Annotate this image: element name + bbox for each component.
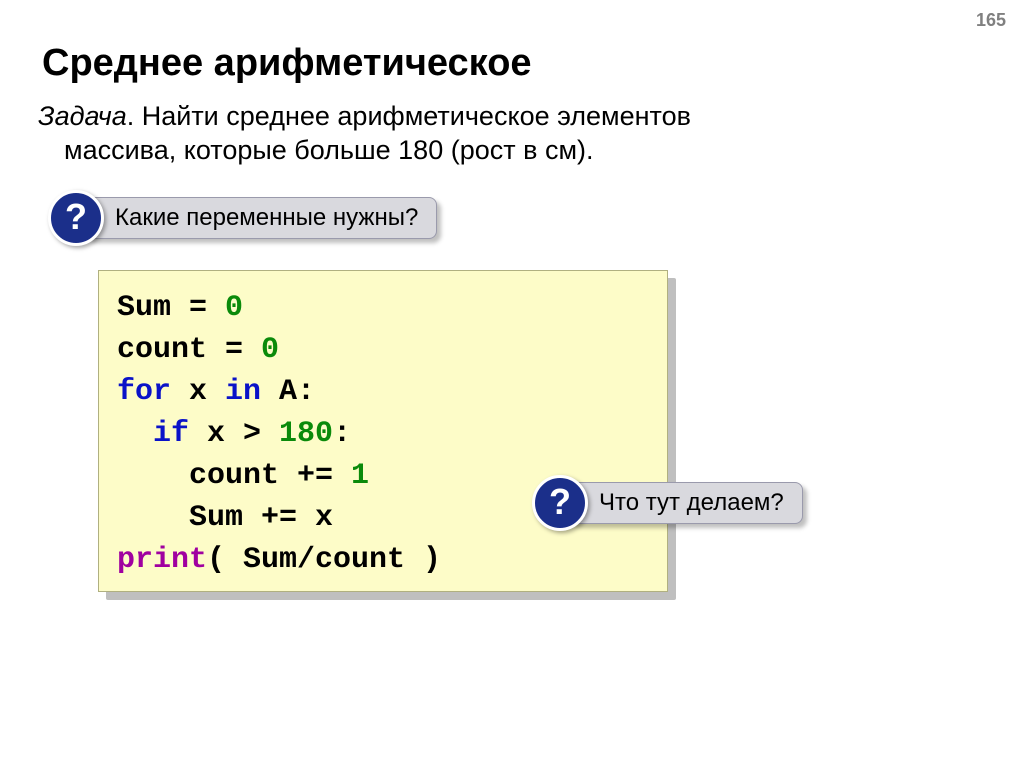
code-l4-c: x > — [189, 417, 279, 451]
code-l2-a: count = — [117, 333, 261, 367]
code-l1-a: Sum = — [117, 291, 225, 325]
question-badge: ? — [48, 190, 104, 246]
code-l1-b: 0 — [225, 291, 243, 325]
code-l3-b: x — [171, 375, 225, 409]
question-mark-icon: ? — [65, 199, 87, 235]
code-l3-d: A: — [261, 375, 315, 409]
callout-variables: ? Какие переменные нужны? — [48, 190, 437, 246]
callout-what-do-text: Что тут делаем? — [568, 482, 803, 524]
code-l3-c: in — [225, 375, 261, 409]
code-l5-b: 1 — [351, 459, 369, 493]
code-l4-a — [117, 417, 153, 451]
task-line-1: Задача. Найти среднее арифметическое эле… — [38, 100, 984, 134]
task-body-1: . Найти среднее арифметическое элементов — [127, 101, 691, 131]
code-l5-a: count += — [117, 459, 351, 493]
task-text: Задача. Найти среднее арифметическое эле… — [38, 100, 984, 168]
code-l4-e: : — [333, 417, 351, 451]
code-l4-b: if — [153, 417, 189, 451]
slide-title: Среднее арифметическое — [42, 42, 532, 85]
code-l6-a: Sum += x — [117, 501, 333, 535]
callout-variables-text: Какие переменные нужны? — [84, 197, 437, 239]
code-l2-b: 0 — [261, 333, 279, 367]
task-label: Задача — [38, 101, 127, 131]
question-mark-icon: ? — [549, 484, 571, 520]
page-number: 165 — [976, 10, 1006, 31]
task-line-2: массива, которые больше 180 (рост в см). — [64, 134, 984, 168]
question-badge: ? — [532, 475, 588, 531]
code-l7-b: ( Sum/count ) — [207, 543, 441, 577]
code-l4-d: 180 — [279, 417, 333, 451]
callout-what-do: ? Что тут делаем? — [532, 475, 803, 531]
code-l7-a: print — [117, 543, 207, 577]
code-l3-a: for — [117, 375, 171, 409]
code-block: Sum = 0 count = 0 for x in A: if x > 180… — [98, 270, 668, 592]
